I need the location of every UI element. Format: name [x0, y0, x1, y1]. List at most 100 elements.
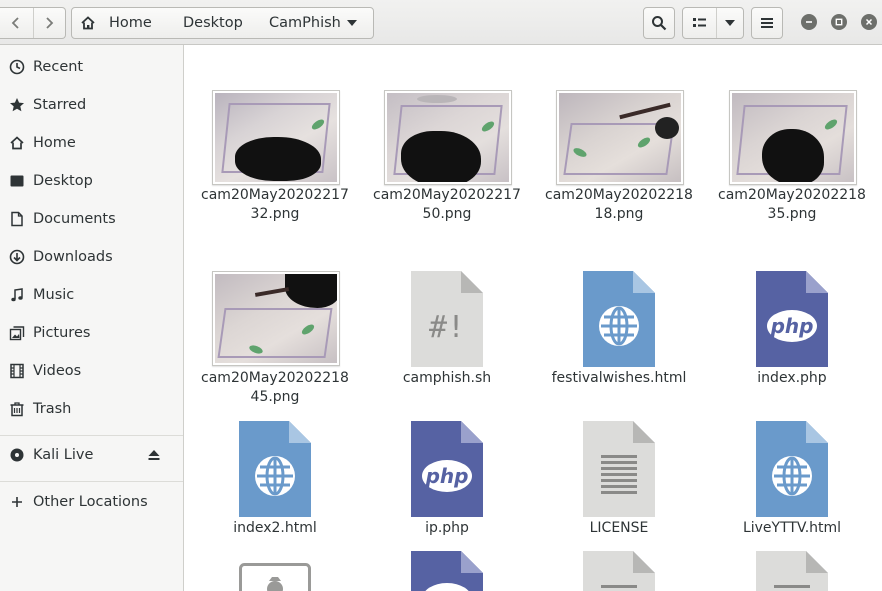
sidebar-item-documents[interactable]: Documents — [0, 201, 183, 237]
maximize-button[interactable] — [831, 14, 847, 30]
breadcrumb-label: CamPhish — [269, 15, 341, 31]
file-item[interactable]: index2.html — [200, 421, 350, 571]
file-item[interactable]: cam20May20202218 45.png — [200, 271, 350, 441]
search-icon — [652, 16, 667, 31]
file-item[interactable]: cam20May20202217 50.png — [372, 90, 522, 290]
sidebar-item-music[interactable]: Music — [0, 277, 183, 313]
file-name: camphish.sh — [402, 370, 492, 386]
text-file-icon — [583, 551, 655, 591]
breadcrumb-label: Home — [109, 15, 152, 31]
forward-button[interactable] — [32, 8, 66, 38]
navigation-buttons — [0, 7, 66, 39]
menu-button[interactable] — [751, 7, 783, 39]
chevron-left-icon — [11, 17, 19, 29]
hamburger-menu-icon — [761, 18, 773, 28]
file-item[interactable]: php ip.php — [372, 421, 522, 571]
file-item[interactable] — [717, 551, 867, 591]
file-name: cam20May20202217 32.png — [201, 187, 349, 222]
file-item[interactable]: cam20May20202218 18.png — [544, 90, 694, 290]
desktop-icon — [9, 173, 25, 189]
image-thumbnail — [212, 271, 340, 366]
home-icon — [81, 16, 95, 30]
sidebar-item-label: Pictures — [33, 325, 91, 341]
file-name: cam20May20202218 45.png — [201, 370, 349, 405]
sidebar-item-pictures[interactable]: Pictures — [0, 315, 183, 351]
file-item[interactable]: LICENSE — [544, 421, 694, 571]
trash-icon — [9, 401, 25, 417]
settings-file-icon — [239, 563, 311, 591]
text-file-icon — [583, 421, 655, 517]
php-file-icon: php — [756, 271, 828, 367]
sidebar-item-starred[interactable]: Starred — [0, 87, 183, 123]
file-item[interactable] — [372, 551, 522, 591]
sidebar-item-kali-live[interactable]: Kali Live — [0, 437, 183, 473]
file-name: LiveYTTV.html — [742, 520, 842, 536]
sidebar-item-home[interactable]: Home — [0, 125, 183, 161]
sidebar-item-label: Home — [33, 135, 76, 151]
file-name: cam20May20202217 50.png — [373, 187, 521, 222]
file-item[interactable]: LiveYTTV.html — [717, 421, 867, 571]
image-thumbnail — [212, 90, 340, 185]
minimize-icon — [806, 21, 812, 23]
view-options-button[interactable] — [682, 7, 744, 39]
file-item[interactable] — [200, 563, 350, 591]
file-item[interactable] — [544, 551, 694, 591]
breadcrumb-current[interactable]: CamPhish — [261, 8, 369, 38]
download-icon — [9, 249, 25, 265]
back-button[interactable] — [0, 8, 33, 38]
file-name: index.php — [757, 370, 827, 386]
list-view-button[interactable] — [683, 8, 717, 38]
sidebar-item-label: Documents — [33, 211, 116, 227]
minimize-button[interactable] — [801, 14, 817, 30]
sidebar-item-downloads[interactable]: Downloads — [0, 239, 183, 275]
file-item[interactable]: #! camphish.sh — [372, 271, 522, 421]
breadcrumb-desktop[interactable]: Desktop — [175, 8, 261, 38]
html-file-icon — [756, 421, 828, 517]
svg-text:php: php — [425, 464, 469, 488]
sidebar-item-label: Downloads — [33, 249, 113, 265]
file-name: cam20May20202218 18.png — [545, 187, 693, 222]
search-button[interactable] — [643, 7, 675, 39]
file-grid: cam20May20202217 32.png cam20May20202217 5… — [184, 45, 882, 591]
file-item[interactable]: cam20May20202218 35.png — [717, 90, 867, 290]
maximize-icon — [835, 18, 843, 26]
view-dropdown-button[interactable] — [717, 8, 743, 38]
text-file-icon — [756, 551, 828, 591]
breadcrumb-label: Desktop — [183, 15, 243, 31]
sidebar-item-label: Starred — [33, 97, 87, 113]
document-icon — [9, 211, 25, 227]
sidebar-item-label: Music — [33, 287, 75, 303]
video-icon — [9, 363, 25, 379]
sidebar-item-other-locations[interactable]: Other Locations — [0, 484, 183, 520]
caret-down-icon — [725, 20, 735, 26]
sidebar-item-videos[interactable]: Videos — [0, 353, 183, 389]
close-button[interactable] — [861, 14, 877, 30]
eject-icon[interactable] — [146, 447, 162, 463]
file-item[interactable]: php index.php — [717, 271, 867, 421]
file-name: index2.html — [233, 520, 317, 536]
image-thumbnail — [729, 90, 857, 185]
script-file-icon: #! — [411, 271, 483, 367]
sidebar-item-label: Other Locations — [33, 494, 148, 510]
caret-down-icon — [347, 20, 357, 26]
file-name: LICENSE — [589, 520, 649, 536]
close-icon — [865, 18, 873, 26]
html-file-icon — [239, 421, 311, 517]
file-item[interactable]: festivalwishes.html — [544, 271, 694, 421]
file-name: ip.php — [425, 520, 469, 536]
home-icon — [9, 135, 25, 151]
chevron-right-icon — [46, 17, 54, 29]
php-file-icon — [411, 551, 483, 591]
music-icon — [9, 287, 25, 303]
sidebar-item-label: Trash — [33, 401, 72, 417]
pictures-icon — [9, 325, 25, 341]
svg-text:#!: #! — [429, 310, 465, 345]
list-view-icon — [692, 18, 706, 27]
disc-icon — [9, 447, 25, 463]
image-thumbnail — [556, 90, 684, 185]
sidebar-item-recent[interactable]: Recent — [0, 49, 183, 85]
breadcrumb-home[interactable]: Home — [72, 8, 175, 38]
sidebar-item-desktop[interactable]: Desktop — [0, 163, 183, 199]
file-item[interactable]: cam20May20202217 32.png — [200, 90, 350, 290]
sidebar-item-trash[interactable]: Trash — [0, 391, 183, 427]
